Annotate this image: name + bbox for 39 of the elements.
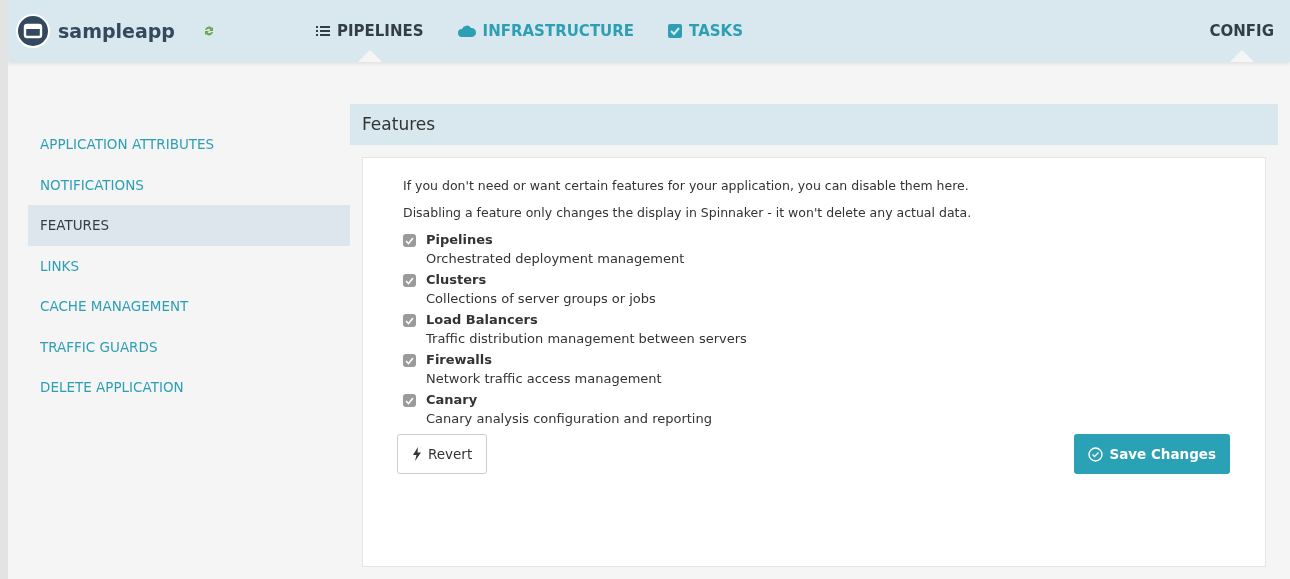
feature-description: Canary analysis configuration and reporting <box>426 411 712 426</box>
checkbox-icon <box>668 24 683 38</box>
feature-description: Orchestrated deployment management <box>426 251 685 266</box>
feature-name: Load Balancers <box>426 312 539 327</box>
checkbox[interactable] <box>403 314 416 327</box>
lightning-icon <box>412 447 422 461</box>
sidebar-item[interactable]: LINKS <box>28 245 350 286</box>
checkbox[interactable] <box>403 354 416 367</box>
feature-name: Canary <box>426 392 479 407</box>
feature-description: Network traffic access management <box>426 371 662 386</box>
checkbox[interactable] <box>403 394 416 407</box>
revert-button[interactable]: Revert <box>397 434 488 474</box>
nav-tab[interactable]: TASKS <box>668 0 743 62</box>
section-heading: Features <box>350 104 1278 145</box>
list-icon <box>316 25 330 37</box>
intro-text: If you don't need or want certain features for your application, you can disable them here. <box>403 178 970 193</box>
nav-tab[interactable]: PIPELINES <box>316 0 424 62</box>
check-circle-icon <box>1088 446 1104 462</box>
config-tab[interactable]: CONFIG <box>1209 0 1274 62</box>
save-button[interactable]: Save Changes <box>1074 434 1230 474</box>
checkbox[interactable] <box>403 234 416 247</box>
feature-description: Collections of server groups or jobs <box>426 291 656 306</box>
refresh-icon[interactable] <box>202 25 215 37</box>
sidebar-item[interactable]: CACHE MANAGEMENT <box>28 286 350 327</box>
feature-name: Clusters <box>426 272 488 287</box>
nav-tab[interactable]: INFRASTRUCTURE <box>457 0 635 62</box>
sidebar-item[interactable]: FEATURES <box>28 205 350 246</box>
app-name: sampleapp <box>58 20 175 42</box>
intro-text: Disabling a feature only changes the display in Spinnaker - it won't delete any actual data. <box>403 205 973 220</box>
sidebar-item[interactable]: NOTIFICATIONS <box>28 164 350 205</box>
sidebar-item[interactable]: APPLICATION ATTRIBUTES <box>28 124 350 165</box>
feature-name: Firewalls <box>426 352 493 367</box>
checkbox[interactable] <box>403 274 416 287</box>
sidebar-item[interactable]: DELETE APPLICATION <box>28 367 350 408</box>
app-logo-icon <box>16 14 50 48</box>
feature-name: Pipelines <box>426 232 494 247</box>
feature-description: Traffic distribution management between servers <box>426 331 747 346</box>
sidebar-item[interactable]: TRAFFIC GUARDS <box>28 326 350 367</box>
cloud-icon <box>457 25 476 37</box>
